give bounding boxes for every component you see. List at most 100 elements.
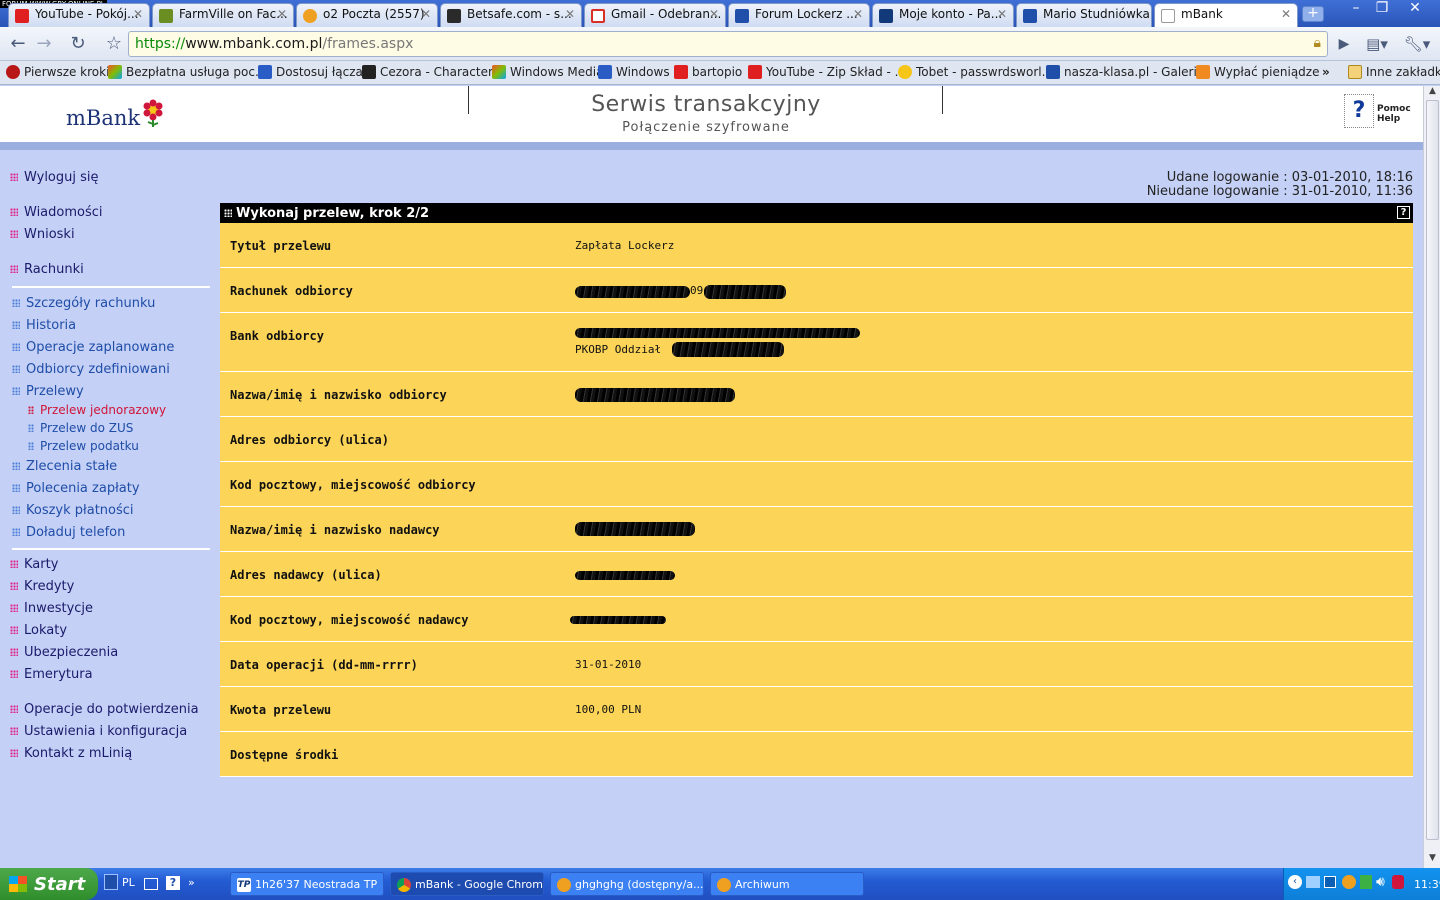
menu-requests[interactable]: Wnioski [10, 227, 75, 242]
other-bookmarks[interactable]: Inne zakładki [1348, 65, 1440, 79]
tab-o2-poczta[interactable]: o2 Poczta (2557) ✕ [296, 3, 438, 27]
bookmark-item[interactable]: Windows Media [492, 65, 603, 79]
bookmark-label: Windows Media [510, 65, 604, 79]
tab-mario[interactable]: Mario Studniówka [1016, 3, 1152, 27]
question-icon: ? [1344, 94, 1374, 128]
youtube-icon [748, 65, 762, 79]
clock[interactable]: 11:39 [1414, 878, 1440, 891]
maximize-button[interactable]: ❐ [1370, 0, 1394, 18]
menu-pension[interactable]: Emerytura [10, 667, 93, 682]
bookmark-item[interactable]: Wypłać pieniądze [1196, 65, 1319, 79]
play-icon[interactable]: ▶ [1332, 33, 1356, 55]
menu-transfers[interactable]: Przelewy [12, 384, 84, 399]
menu-credits[interactable]: Kredyty [10, 579, 74, 594]
back-button[interactable]: ← [6, 33, 30, 55]
menu-cards[interactable]: Karty [10, 557, 58, 572]
tab-mbank[interactable]: mBank ✕ [1154, 3, 1298, 28]
menu-account-details[interactable]: Szczegóły rachunku [12, 296, 155, 311]
menu-logout[interactable]: Wyloguj się [10, 170, 99, 185]
lock-icon[interactable]: 🔒︎ [1314, 35, 1321, 51]
tab-forum-lockerz[interactable]: Forum Lockerz ... ✕ [728, 3, 870, 27]
close-icon[interactable]: ✕ [1281, 7, 1291, 21]
menu-history[interactable]: Historia [12, 318, 76, 333]
menu-deposits[interactable]: Lokaty [10, 623, 67, 638]
taskbar-item-neostrada[interactable]: TP 1h26'37 Neostrada TP [230, 872, 384, 896]
close-icon[interactable]: ✕ [853, 7, 863, 21]
menu-single-transfer[interactable]: Przelew jednorazowy [28, 403, 166, 417]
bookmarks-overflow-icon[interactable]: » [1322, 65, 1330, 79]
quicklaunch-icon[interactable] [104, 874, 118, 890]
panel-help-icon[interactable]: ? [1397, 206, 1410, 219]
url-scheme: https:// [135, 36, 186, 52]
windows-taskbar: Start PL ? » TP 1h26'37 Neostrada TP mBan… [0, 868, 1440, 900]
close-icon[interactable]: ✕ [277, 7, 287, 21]
menu-topup-phone[interactable]: Doładuj telefon [12, 525, 125, 540]
scroll-up-icon[interactable]: ▲ [1426, 86, 1439, 99]
bookmark-item[interactable]: YouTube - Zip Skład - ... [748, 65, 906, 79]
forward-button[interactable]: → [32, 33, 56, 55]
close-icon[interactable]: ✕ [709, 7, 719, 21]
taskbar-item-chrome[interactable]: mBank - Google Chrome [390, 872, 544, 896]
menu-standing-orders[interactable]: Zlecenia stałe [12, 459, 117, 474]
menu-tax-transfer[interactable]: Przelew podatku [28, 439, 139, 453]
bookmark-item[interactable]: Windows [598, 65, 670, 79]
bookmark-star-icon[interactable]: ☆ [102, 33, 126, 55]
help-button[interactable]: ? Pomoc Help [1344, 94, 1411, 128]
menu-operations-to-confirm[interactable]: Operacje do potwierdzenia [10, 702, 199, 717]
menu-scheduled[interactable]: Operacje zaplanowane [12, 340, 174, 355]
keyboard-icon[interactable] [144, 878, 158, 890]
scrollbar-thumb[interactable] [1426, 100, 1439, 840]
overflow-icon[interactable]: » [188, 876, 195, 889]
vertical-scrollbar[interactable]: ▲ ▼ [1423, 86, 1440, 868]
display-icon[interactable] [1324, 876, 1336, 888]
gadu-icon[interactable] [1342, 875, 1356, 889]
antivirus-icon[interactable] [1392, 875, 1404, 889]
menu-zus-transfer[interactable]: Przelew do ZUS [28, 421, 133, 435]
bookmark-item[interactable]: bartopio [674, 65, 742, 79]
close-icon[interactable]: ✕ [133, 7, 143, 21]
close-icon[interactable]: ✕ [565, 7, 575, 21]
menu-messages[interactable]: Wiadomości [10, 205, 103, 220]
menu-payment-basket[interactable]: Koszyk płatności [12, 503, 134, 518]
help-center-icon[interactable]: ? [166, 876, 180, 890]
scroll-down-icon[interactable]: ▼ [1426, 853, 1439, 866]
menu-contact-mlinia[interactable]: Kontakt z mLinią [10, 746, 132, 761]
bookmark-item[interactable]: Tobet - passwrdsworl... [898, 65, 1053, 79]
reload-button[interactable]: ↻ [66, 33, 90, 55]
security-icon[interactable] [1360, 875, 1372, 889]
mbank-logo[interactable]: mBank [66, 106, 140, 130]
tab-gmail[interactable]: Gmail - Odebran... ✕ [584, 3, 726, 27]
menu-direct-debit[interactable]: Polecenia zapłaty [12, 481, 140, 496]
volume-icon[interactable]: 🔊︎ [1376, 874, 1385, 890]
menu-insurance[interactable]: Ubezpieczenia [10, 645, 118, 660]
windows-media-icon [492, 65, 506, 79]
menu-investments[interactable]: Inwestycje [10, 601, 93, 616]
taskbar-item-gadu[interactable]: ghghghg (dostępny/a... [550, 872, 704, 896]
language-indicator[interactable]: PL [122, 876, 135, 889]
page-menu-icon[interactable]: ▤▾ [1362, 33, 1392, 55]
wrench-menu-icon[interactable]: 🔧︎▾ [1402, 33, 1432, 55]
menu-accounts[interactable]: Rachunki [10, 262, 84, 277]
network-icon[interactable] [1306, 876, 1320, 888]
service-title: Serwis transakcyjny [591, 92, 821, 117]
new-tab-button[interactable]: + [1302, 6, 1324, 22]
taskbar-item-archive[interactable]: Archiwum [710, 872, 864, 896]
bookmark-item[interactable]: Bezpłatna usługa poc... [108, 65, 266, 79]
start-button[interactable]: Start [0, 868, 98, 900]
tab-paypal[interactable]: Moje konto - Pa... ✕ [872, 3, 1014, 27]
tab-youtube[interactable]: YouTube - Pokój... ✕ [8, 3, 150, 27]
menu-settings[interactable]: Ustawienia i konfiguracja [10, 724, 187, 739]
tab-farmville[interactable]: FarmVille on Fac... ✕ [152, 3, 294, 27]
tab-betsafe[interactable]: Betsafe.com - s... ✕ [440, 3, 582, 27]
bookmark-item[interactable]: Pierwsze kroki [6, 65, 109, 79]
bookmark-item[interactable]: Dostosuj łącza [258, 65, 363, 79]
close-icon[interactable]: ✕ [421, 7, 431, 21]
bookmark-item[interactable]: Cezora - Characters [362, 65, 499, 79]
menu-defined-recipients[interactable]: Odbiorcy zdefiniowani [12, 362, 170, 377]
close-icon[interactable]: ✕ [997, 7, 1007, 21]
tray-expand-icon[interactable]: ‹ [1288, 875, 1302, 889]
bookmark-item[interactable]: nasza-klasa.pl - Galeri... [1046, 65, 1208, 79]
minimize-button[interactable]: – [1344, 0, 1368, 18]
address-bar[interactable]: https://www.mbank.com.pl/frames.aspx 🔒︎ [128, 31, 1328, 57]
close-window-button[interactable]: ✕ [1402, 0, 1428, 18]
